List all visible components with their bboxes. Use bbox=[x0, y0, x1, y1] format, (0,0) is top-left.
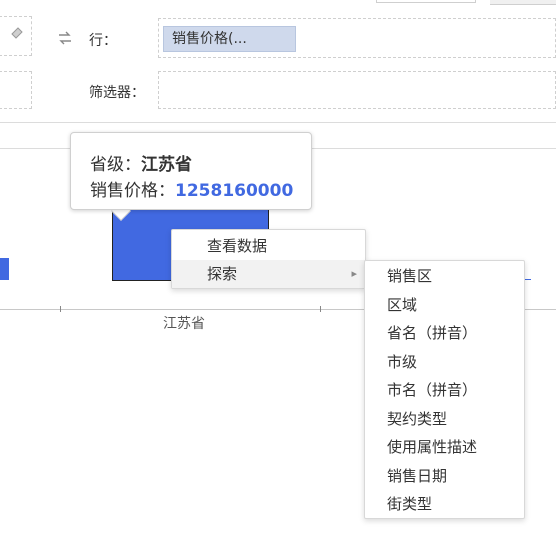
submenu-item-label: 销售区 bbox=[387, 267, 433, 285]
filter-shelf-label: 筛选器： bbox=[89, 85, 145, 101]
filters-card[interactable] bbox=[0, 71, 32, 109]
context-menu: 查看数据 探索 ▸ bbox=[171, 229, 366, 289]
menu-item-label: 查看数据 bbox=[207, 237, 268, 255]
menu-item-label: 探索 bbox=[207, 265, 238, 283]
row-field-pill[interactable]: 销售价格(... bbox=[163, 26, 296, 52]
submenu-item-label: 市名（拼音） bbox=[387, 381, 478, 399]
submenu-item[interactable]: 使用属性描述 bbox=[365, 433, 524, 461]
submenu-item-label: 销售日期 bbox=[387, 467, 448, 485]
chevron-right-icon: ▸ bbox=[351, 267, 357, 280]
tooltip-price-row: 销售价格：1258160000 bbox=[90, 176, 293, 201]
explore-submenu: 销售区 区域 省名（拼音） 市级 市名（拼音） 契约类型 使用属性描述 销售日期… bbox=[364, 260, 525, 519]
eraser-icon[interactable] bbox=[10, 25, 24, 43]
submenu-item[interactable]: 市名（拼音） bbox=[365, 376, 524, 404]
menu-item-explore[interactable]: 探索 ▸ bbox=[172, 260, 365, 288]
x-tick-label: 江苏省 bbox=[163, 316, 205, 332]
submenu-item-label: 街类型 bbox=[387, 495, 433, 513]
tooltip-province-label: 省级： bbox=[90, 155, 141, 175]
tooltip-price-value: 1258160000 bbox=[175, 181, 294, 201]
tooltip-province-value: 江苏省 bbox=[141, 155, 192, 175]
submenu-item[interactable]: 省名（拼音） bbox=[365, 319, 524, 347]
submenu-item[interactable]: 市级 bbox=[365, 348, 524, 376]
submenu-item-label: 市级 bbox=[387, 353, 418, 371]
submenu-item-label: 区域 bbox=[387, 296, 418, 314]
submenu-item-label: 省名（拼音） bbox=[387, 324, 478, 342]
submenu-item[interactable]: 区域 bbox=[365, 291, 524, 319]
submenu-item[interactable]: 契约类型 bbox=[365, 405, 524, 433]
rows-shelf-icon bbox=[56, 30, 74, 46]
submenu-item-label: 使用属性描述 bbox=[387, 438, 478, 456]
menu-item-view-data[interactable]: 查看数据 bbox=[172, 232, 365, 260]
x-axis-tick bbox=[320, 306, 321, 312]
submenu-item[interactable]: 销售日期 bbox=[365, 462, 524, 490]
top-toolbar-edge-right bbox=[490, 0, 556, 5]
rows-shelf-label: 行： bbox=[89, 33, 117, 49]
bar-partial[interactable] bbox=[0, 258, 9, 280]
filter-shelf[interactable] bbox=[158, 71, 556, 109]
tooltip-price-label: 销售价格： bbox=[90, 181, 175, 201]
shelf-divider bbox=[0, 122, 556, 123]
submenu-item[interactable]: 销售区 bbox=[365, 262, 524, 290]
x-axis-tick bbox=[60, 306, 61, 312]
top-toolbar-edge bbox=[376, 0, 476, 3]
submenu-item-label: 契约类型 bbox=[387, 410, 448, 428]
submenu-item[interactable]: 街类型 bbox=[365, 490, 524, 518]
tooltip-province-row: 省级：江苏省 bbox=[90, 150, 192, 175]
